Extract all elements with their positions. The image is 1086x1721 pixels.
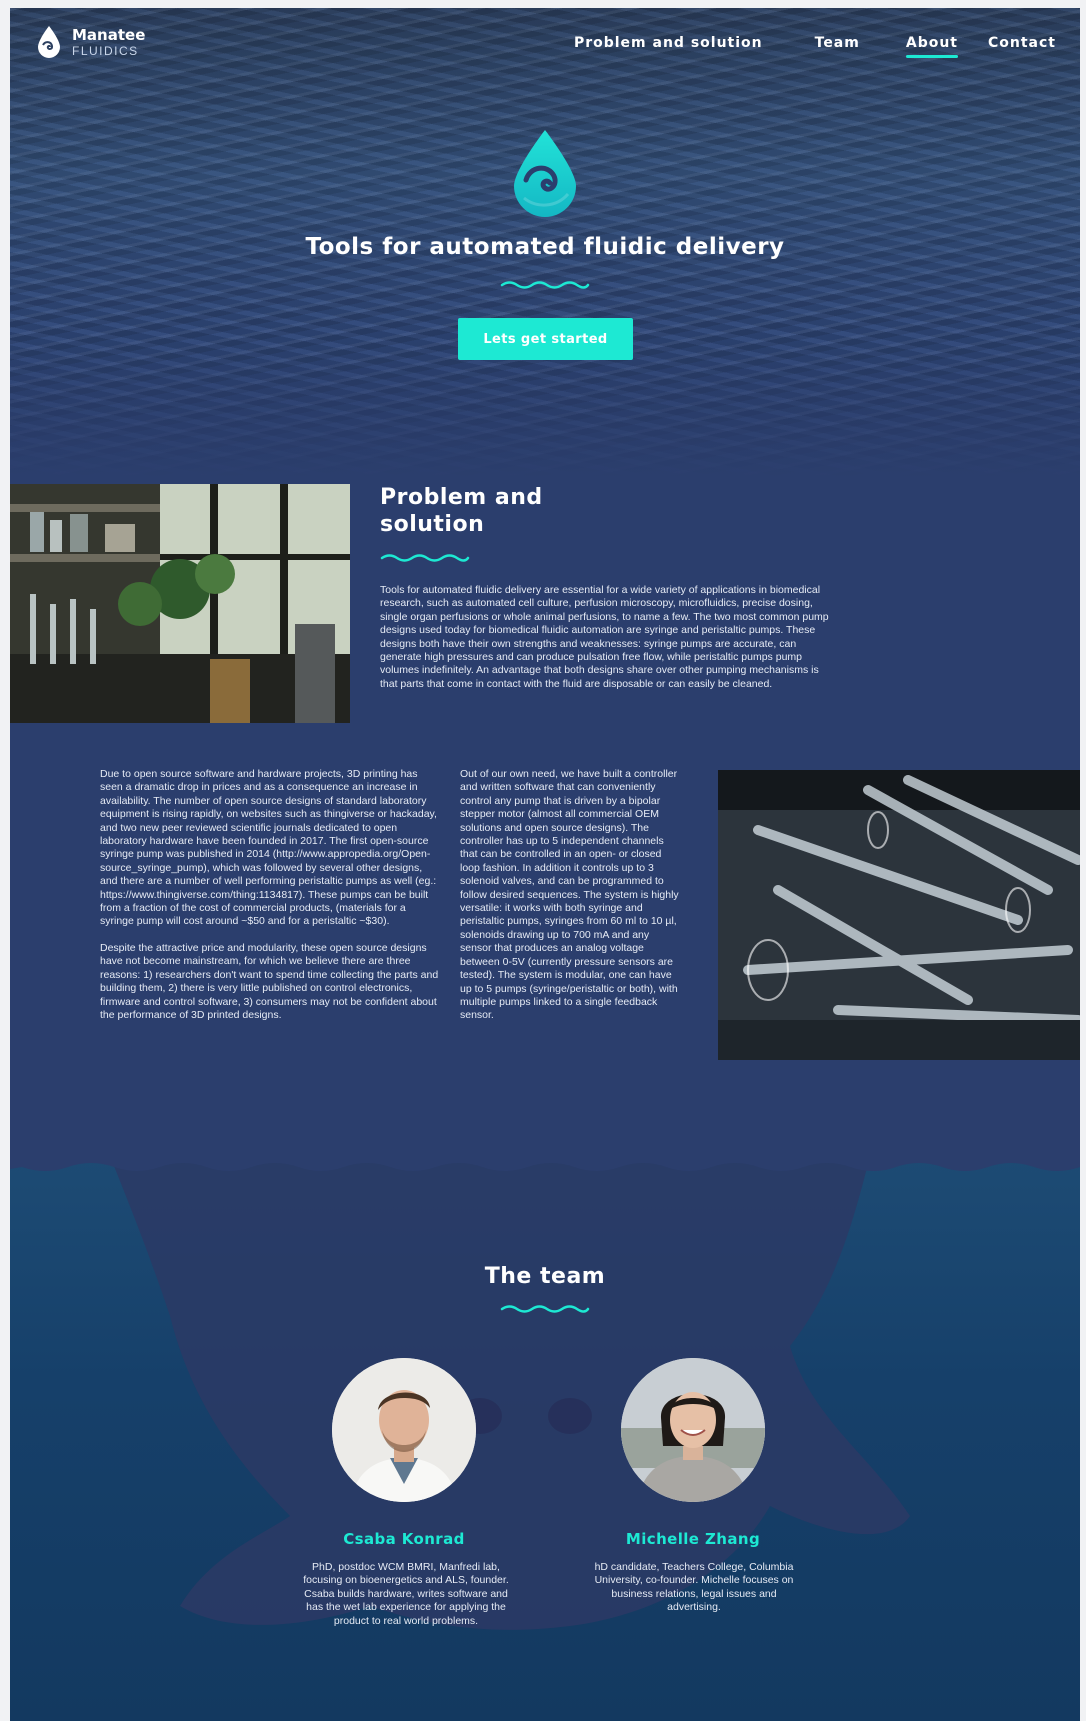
avatar-csaba-illustration — [332, 1358, 476, 1502]
nav-problem-and-solution[interactable]: Problem and solution — [574, 35, 763, 51]
open-source-paragraph-1: Due to open source software and hardware… — [100, 768, 437, 928]
member-name-csaba: Csaba Konrad — [343, 1530, 465, 1548]
member-name-michelle: Michelle Zhang — [625, 1530, 761, 1548]
main-nav: Problem and solution Team About Contact — [574, 35, 1056, 58]
team-title: The team — [484, 1264, 606, 1289]
drop-logo-icon — [38, 26, 60, 58]
nav-about[interactable]: About — [905, 35, 959, 58]
member-bio-csaba: PhD, postdoc WCM BMRI, Manfredi lab, foc… — [303, 1561, 509, 1627]
problem-paragraph: Tools for automated fluidic delivery are… — [380, 584, 829, 690]
manatee-background-illustration — [110, 1156, 910, 1630]
brand-name: Manatee — [72, 25, 146, 44]
lab-photo — [10, 484, 350, 723]
member-bio-michelle: hD candidate, Teachers College, Columbia… — [594, 1561, 794, 1614]
hero-wave-divider — [500, 281, 590, 289]
controller-paragraph: Out of our own need, we have built a con… — [460, 768, 679, 1022]
avatar-csaba-konrad — [332, 1358, 476, 1502]
problem-wave-divider — [380, 554, 470, 562]
team-wave-divider — [500, 1305, 590, 1313]
brand-sub: FLUIDICS — [72, 43, 139, 58]
hero-drop-icon — [514, 130, 576, 217]
open-source-paragraph-2: Despite the attractive price and modular… — [100, 941, 439, 1021]
open-source-column: Due to open source software and hardware… — [100, 768, 440, 1022]
lab-photo-illustration — [10, 484, 350, 723]
hero-section: Manatee FLUIDICS Problem and solution Te… — [10, 8, 1080, 478]
hero-title: Tools for automated fluidic delivery — [305, 234, 785, 260]
avatar-michelle-illustration — [621, 1358, 765, 1502]
brand-logo[interactable]: Manatee FLUIDICS — [34, 24, 145, 60]
glass-tubes-photo — [718, 770, 1080, 1060]
nav-team[interactable]: Team — [815, 35, 860, 51]
glass-tubes-illustration — [718, 770, 1080, 1060]
get-started-button[interactable]: Lets get started — [458, 318, 633, 360]
problem-title: Problem and solution — [380, 485, 543, 537]
page: Manatee FLUIDICS Problem and solution Te… — [10, 8, 1080, 1721]
team-section: The team Csaba Konrad Michelle Zhang PhD… — [10, 1156, 1080, 1721]
avatar-michelle-zhang — [621, 1358, 765, 1502]
nav-contact[interactable]: Contact — [988, 35, 1056, 51]
section-wave-edge — [10, 1156, 1080, 1171]
